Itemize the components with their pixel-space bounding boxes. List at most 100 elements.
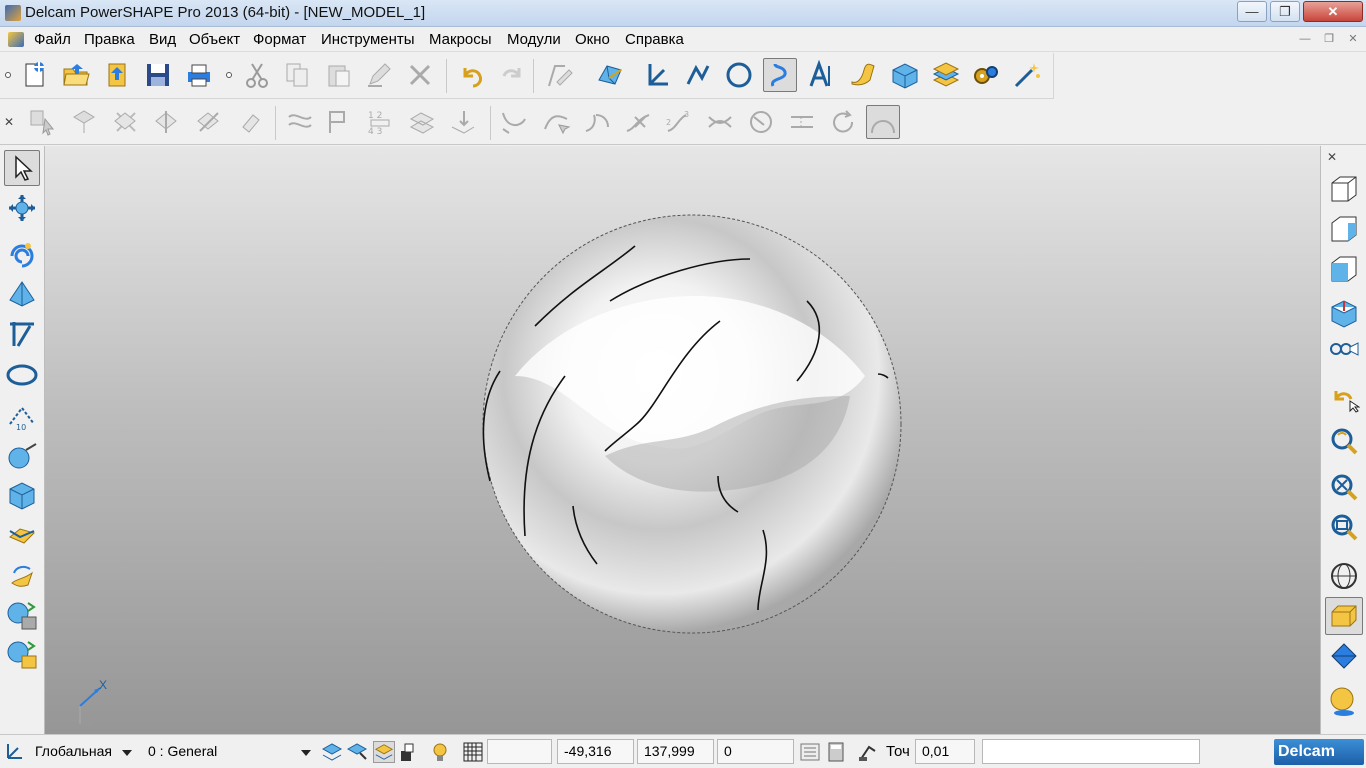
surface-flat-button[interactable] (4, 517, 40, 553)
zoom-extents-button[interactable] (1325, 468, 1363, 506)
sketch-button[interactable] (543, 58, 577, 92)
maximize-button[interactable]: ❐ (1270, 1, 1300, 22)
levels-select-icon[interactable] (346, 741, 368, 763)
workplane-button[interactable] (640, 58, 674, 92)
workplane-tool-button[interactable] (4, 316, 40, 352)
import-button[interactable] (100, 58, 134, 92)
workplane-status-icon[interactable] (4, 740, 26, 762)
menu-window[interactable]: Окно (575, 31, 610, 48)
transform-tool-button[interactable] (4, 190, 40, 226)
rotate-zoom-button[interactable] (1325, 422, 1363, 460)
ellipse-tool-button[interactable] (4, 357, 40, 393)
coord-z-field[interactable]: 0 (717, 739, 794, 764)
wrap-button[interactable] (283, 105, 317, 139)
fillet-button[interactable] (192, 105, 226, 139)
curve-project-button[interactable] (744, 105, 778, 139)
menu-file[interactable]: Файл (34, 31, 71, 48)
surface-tool-button[interactable] (4, 276, 40, 312)
edit-button[interactable] (362, 58, 396, 92)
zoom-window-button[interactable] (1325, 508, 1363, 546)
flag-button[interactable] (320, 105, 354, 139)
wireframe-view-button[interactable] (1325, 557, 1363, 595)
close-view-toolbar-icon[interactable]: ✕ (1327, 150, 1337, 164)
eraser-button[interactable] (233, 105, 267, 139)
menu-view[interactable]: Вид (149, 31, 176, 48)
menu-object[interactable]: Объект (189, 31, 240, 48)
layers-stack-button[interactable] (405, 105, 439, 139)
material-icon[interactable] (398, 741, 420, 763)
levels-icon[interactable] (321, 741, 343, 763)
toolbar-grip[interactable] (226, 72, 232, 78)
document-icon[interactable] (8, 32, 24, 47)
curve-join-button[interactable] (580, 105, 614, 139)
view-top-button[interactable] (1325, 294, 1363, 332)
select-filter-button[interactable] (25, 105, 59, 139)
import-tool-button[interactable] (4, 636, 40, 672)
chevron-down-icon[interactable] (122, 750, 132, 756)
chevron-down-icon[interactable] (301, 750, 311, 756)
levels-active-icon[interactable] (373, 741, 395, 763)
trim-button[interactable] (109, 105, 143, 139)
cut-button[interactable] (240, 58, 274, 92)
curve-offset-button[interactable] (785, 105, 819, 139)
minimize-button[interactable]: — (1237, 1, 1267, 22)
curve-intersect-button[interactable] (703, 105, 737, 139)
model-canvas[interactable]: X Z (45, 146, 1320, 734)
surface-button[interactable] (846, 58, 880, 92)
curve-cut-button[interactable] (621, 105, 655, 139)
save-button[interactable] (141, 58, 175, 92)
menu-edit[interactable]: Правка (84, 31, 135, 48)
tolerance-icon[interactable] (857, 741, 879, 763)
lightbulb-icon[interactable] (430, 741, 452, 763)
text-button[interactable] (804, 58, 838, 92)
command-input[interactable] (487, 739, 552, 764)
menu-modules[interactable]: Модули (507, 31, 561, 48)
view-undo-button[interactable] (1325, 380, 1363, 418)
print-button[interactable] (182, 58, 216, 92)
new-model-button[interactable] (17, 58, 51, 92)
level-select[interactable]: 0 : General (141, 739, 316, 764)
curve-tool-button[interactable] (4, 238, 40, 274)
select-tool-button[interactable] (4, 150, 40, 186)
curve-spin-button[interactable] (826, 105, 860, 139)
mdi-minimize-button[interactable]: — (1295, 31, 1315, 48)
sweep-tool-button[interactable] (4, 557, 40, 593)
arc-button[interactable] (866, 105, 900, 139)
shaded-diamond-button[interactable] (1325, 637, 1363, 675)
menu-help[interactable]: Справка (625, 31, 684, 48)
split-button[interactable] (150, 105, 184, 139)
solid-tool-button[interactable] (4, 477, 40, 513)
shaded-sphere-button[interactable] (1325, 682, 1363, 720)
view-iso1-button[interactable] (1325, 170, 1363, 208)
curve-number-button[interactable]: 32 (662, 105, 696, 139)
close-button[interactable]: ✕ (1303, 1, 1363, 22)
drop-button[interactable] (446, 105, 480, 139)
paste-button[interactable] (322, 58, 356, 92)
delete-button[interactable] (403, 58, 437, 92)
analysis-tool-button[interactable] (4, 438, 40, 474)
shaded-view-button[interactable] (1325, 597, 1363, 635)
solid-button[interactable] (887, 58, 921, 92)
view-iso3-button[interactable] (1325, 250, 1363, 288)
layers-button[interactable] (928, 58, 962, 92)
sphere-model[interactable] (482, 214, 902, 634)
number-button[interactable]: 1 24 3 (363, 105, 397, 139)
shading-button[interactable] (593, 58, 627, 92)
tolerance-field[interactable]: 0,01 (915, 739, 975, 764)
circle-button[interactable] (722, 58, 756, 92)
dimension-tool-button[interactable]: 10 (4, 398, 40, 434)
view-camera-button[interactable] (1325, 334, 1363, 372)
open-button[interactable] (59, 58, 93, 92)
menu-format[interactable]: Формат (253, 31, 306, 48)
view-iso2-button[interactable] (1325, 210, 1363, 248)
coord-x-field[interactable]: -49,316 (557, 739, 634, 764)
graphics-viewport[interactable]: X Z (45, 146, 1320, 734)
coord-y-field[interactable]: 137,999 (637, 739, 714, 764)
calculator-icon[interactable] (825, 741, 847, 763)
curve-split-button[interactable] (539, 105, 573, 139)
menu-macros[interactable]: Макросы (429, 31, 492, 48)
curve-edit-button[interactable] (497, 105, 531, 139)
toolbar-grip[interactable] (5, 72, 11, 78)
menu-tools[interactable]: Инструменты (321, 31, 415, 48)
grid-icon[interactable] (462, 741, 484, 763)
